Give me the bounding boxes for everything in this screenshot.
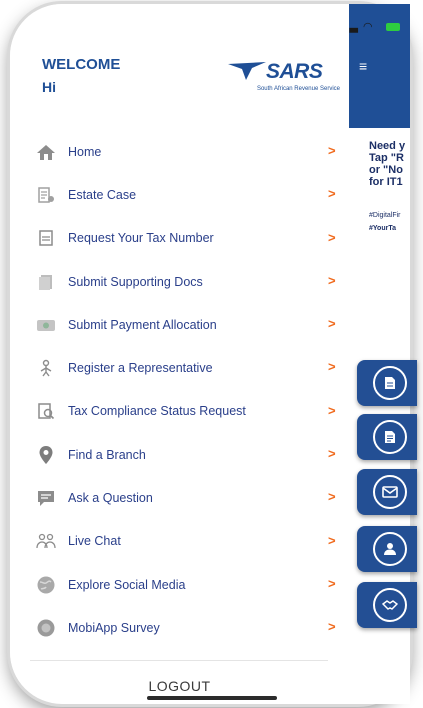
file-icon [373,366,407,400]
menu-list: Home > Estate Case > Request Your Tax Nu… [10,130,349,650]
fab-document-button[interactable] [357,414,417,460]
chevron-right-icon: > [328,272,336,288]
home-icon [36,142,56,162]
menu-label: Explore Social Media [68,577,186,592]
chevron-right-icon: > [328,402,336,418]
mail-icon [373,475,407,509]
navigation-drawer: WELCOME Hi SARS South African Revenue Se… [10,4,349,704]
chat-people-icon [36,531,56,551]
menu-item-mobiapp-survey[interactable]: MobiApp Survey > [10,606,349,649]
estate-icon [36,185,56,205]
promo-text: Need y Tap "R or "No for IT1 [369,140,423,188]
promo-line: Tap "R [369,152,404,164]
menu-label: Estate Case [68,187,137,202]
docs-icon [36,272,56,292]
menu-label: Submit Supporting Docs [68,274,203,289]
fab-mail-button[interactable] [357,469,417,515]
fab-handshake-button[interactable] [357,582,417,628]
chevron-right-icon: > [328,575,336,591]
sars-logo-mark [228,62,266,80]
menu-label: Live Chat [68,534,121,549]
chevron-right-icon: > [328,316,336,332]
chevron-right-icon: > [328,446,336,462]
menu-label: Find a Branch [68,447,146,462]
chevron-right-icon: > [328,143,336,158]
promo-tag: #YourTa [369,225,396,232]
menu-item-request-tax-number[interactable]: Request Your Tax Number > [10,217,349,260]
logo-tagline: South African Revenue Service [256,86,340,92]
document-icon [373,420,407,454]
menu-label: Register a Representative [68,361,213,376]
speech-bubble-icon [36,488,56,508]
compliance-icon [36,401,56,421]
chevron-right-icon: > [328,619,336,635]
promo-tag: #DigitalFir [369,212,401,219]
menu-item-live-chat[interactable]: Live Chat > [10,520,349,563]
menu-label: Request Your Tax Number [68,231,214,246]
chevron-right-icon: > [328,229,336,245]
menu-item-estate-case[interactable]: Estate Case > [10,173,349,216]
fab-file-button[interactable] [357,360,417,406]
menu-item-social-media[interactable]: Explore Social Media > [10,563,349,606]
fab-person-button[interactable] [357,526,417,572]
globe-icon [36,575,56,595]
chevron-right-icon: > [328,359,336,375]
hamburger-icon[interactable]: ≡ [359,58,367,74]
menu-item-register-representative[interactable]: Register a Representative > [10,346,349,389]
survey-icon [36,618,56,638]
menu-item-find-branch[interactable]: Find a Branch > [10,433,349,476]
welcome-label: WELCOME [42,56,121,73]
sars-logo: SARS South African Revenue Service [222,54,340,100]
menu-label: Home [68,144,102,159]
menu-label: Ask a Question [68,491,153,506]
payment-icon [36,315,56,335]
battery-icon [386,23,400,31]
promo-line: for IT1 [369,176,403,188]
menu-item-home[interactable]: Home > [10,130,349,173]
chevron-right-icon: > [328,532,336,548]
promo-line: Need y [369,140,406,152]
menu-label: Submit Payment Allocation [68,317,217,332]
menu-label: MobiApp Survey [68,620,160,635]
logout-button[interactable]: LOGOUT [10,678,349,694]
menu-label: Tax Compliance Status Request [68,404,246,419]
greeting-label: Hi [42,79,56,95]
divider [30,660,328,661]
menu-item-ask-question[interactable]: Ask a Question > [10,476,349,519]
chevron-right-icon: > [328,186,336,202]
location-pin-icon [36,445,56,465]
promo-line: or "No [369,164,403,176]
person-icon [36,358,56,378]
handshake-icon [373,588,407,622]
home-indicator [147,696,277,700]
menu-item-tax-compliance[interactable]: Tax Compliance Status Request > [10,390,349,433]
logo-text: SARS [266,60,323,83]
person-icon [373,532,407,566]
document-icon [36,228,56,248]
menu-item-submit-payment-allocation[interactable]: Submit Payment Allocation > [10,303,349,346]
chevron-right-icon: > [328,489,336,505]
menu-item-submit-supporting-docs[interactable]: Submit Supporting Docs > [10,260,349,303]
